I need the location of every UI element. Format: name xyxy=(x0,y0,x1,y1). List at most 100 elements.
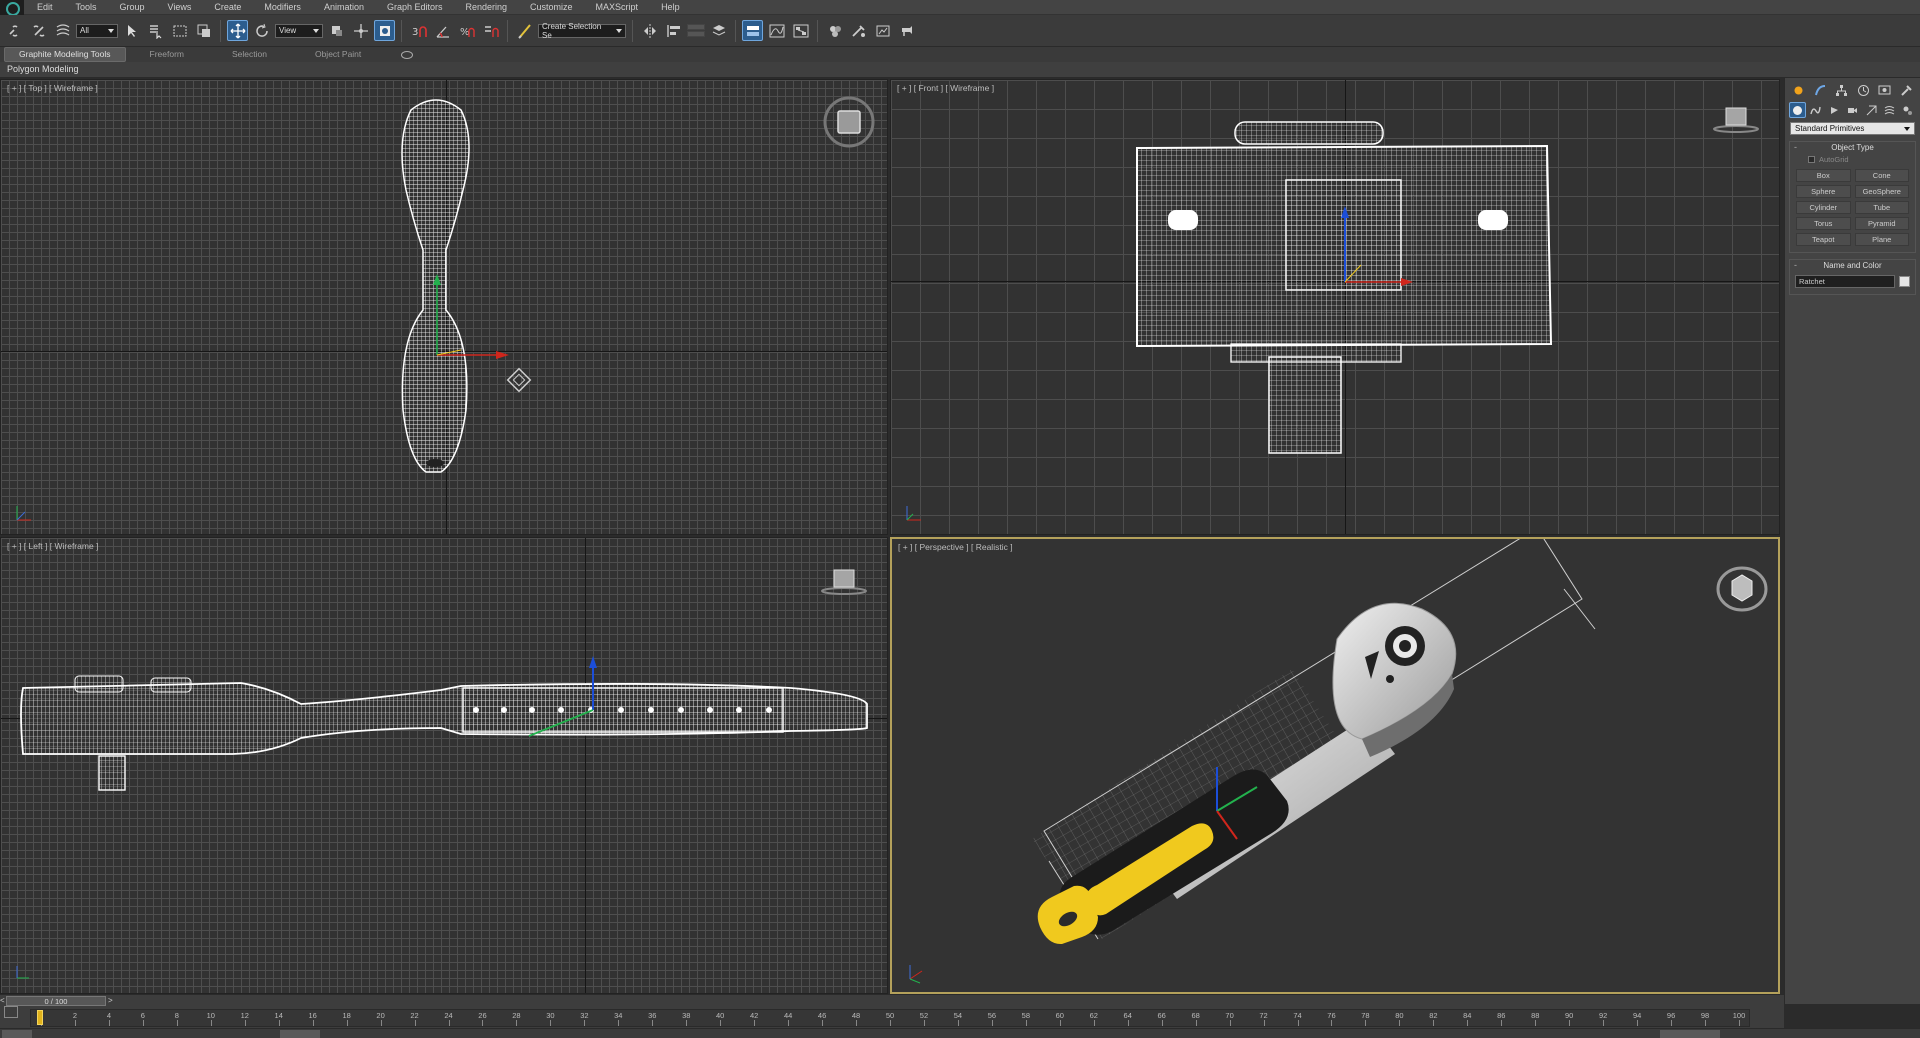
autogrid-checkbox-box[interactable] xyxy=(1808,156,1815,163)
viewport-label-front[interactable]: [ + ] [ Front ] [ Wireframe ] xyxy=(897,83,994,93)
cone-button[interactable]: Cone xyxy=(1854,169,1909,182)
create-tab-icon[interactable] xyxy=(1789,82,1809,99)
pyramid-button[interactable]: Pyramid xyxy=(1854,217,1909,230)
track-bar[interactable]: 0246810121416182022242628303234363840424… xyxy=(0,1006,1784,1028)
pivot-icon[interactable] xyxy=(326,20,347,41)
modify-tab-icon[interactable] xyxy=(1811,82,1831,99)
menu-animation[interactable]: Animation xyxy=(311,0,374,15)
viewport-top[interactable]: [ + ] [ Top ] [ Wireframe ] xyxy=(0,79,888,535)
viewcube-top[interactable] xyxy=(823,96,875,153)
menu-views[interactable]: Views xyxy=(155,0,202,15)
viewcube-front[interactable] xyxy=(1711,104,1761,139)
object-color-swatch[interactable] xyxy=(1899,276,1910,287)
current-frame-marker[interactable] xyxy=(37,1010,43,1025)
menu-graph-editors[interactable]: Graph Editors xyxy=(374,0,453,15)
geosphere-button[interactable]: GeoSphere xyxy=(1854,185,1909,198)
ribbon-tab-graphite-modeling-tools[interactable]: Graphite Modeling Tools xyxy=(4,47,126,62)
geometry-icon[interactable] xyxy=(1789,102,1806,118)
angle-snap-icon[interactable] xyxy=(432,20,453,41)
teapot-button[interactable]: Teapot xyxy=(1796,233,1851,246)
snap-toggle-icon[interactable]: 3 xyxy=(408,20,429,41)
unlink-icon[interactable] xyxy=(28,20,49,41)
track-bar-ruler[interactable]: 0246810121416182022242628303234363840424… xyxy=(30,1009,1750,1027)
align-icon[interactable] xyxy=(663,20,684,41)
rectangular-selection-icon[interactable] xyxy=(169,20,190,41)
motion-tab-icon[interactable] xyxy=(1854,82,1874,99)
space-warps-icon[interactable] xyxy=(1881,102,1897,118)
menu-help[interactable]: Help xyxy=(648,0,690,15)
display-tab-icon[interactable] xyxy=(1875,82,1895,99)
material-editor-icon[interactable] xyxy=(824,20,845,41)
menu-maxscript[interactable]: MAXScript xyxy=(583,0,649,15)
viewcube-left[interactable] xyxy=(819,566,869,601)
object-name-field[interactable]: Ratchet xyxy=(1795,275,1895,288)
box-button[interactable]: Box xyxy=(1796,169,1851,182)
viewport-label-perspective[interactable]: [ + ] [ Perspective ] [ Realistic ] xyxy=(898,542,1013,552)
menu-rendering[interactable]: Rendering xyxy=(453,0,518,15)
autogrid-checkbox[interactable]: AutoGrid xyxy=(1790,153,1915,166)
select-and-rotate-icon[interactable] xyxy=(251,20,272,41)
systems-icon[interactable] xyxy=(1900,102,1916,118)
plane-button[interactable]: Plane xyxy=(1854,233,1909,246)
select-manipulate-icon[interactable] xyxy=(374,20,395,41)
layer-button[interactable] xyxy=(687,24,705,30)
shapes-icon[interactable] xyxy=(1808,102,1824,118)
viewcube-perspective[interactable] xyxy=(1714,563,1770,618)
select-and-move-icon[interactable] xyxy=(227,20,248,41)
ribbon-tab-selection[interactable]: Selection xyxy=(208,48,291,61)
time-prev-arrow-icon[interactable]: < xyxy=(0,996,5,1005)
viewport-left[interactable]: [ + ] [ Left ] [ Wireframe ] xyxy=(0,537,888,994)
menu-edit[interactable]: Edit xyxy=(24,0,63,15)
cameras-icon[interactable] xyxy=(1844,102,1860,118)
sphere-button[interactable]: Sphere xyxy=(1796,185,1851,198)
edit-named-selection-icon[interactable] xyxy=(514,20,535,41)
select-by-name-icon[interactable] xyxy=(145,20,166,41)
percent-snap-icon[interactable]: % xyxy=(456,20,477,41)
menu-customize[interactable]: Customize xyxy=(517,0,583,15)
layer-manager-icon[interactable] xyxy=(708,20,729,41)
menu-group[interactable]: Group xyxy=(107,0,155,15)
viewport-label-top[interactable]: [ + ] [ Top ] [ Wireframe ] xyxy=(7,83,98,93)
selection-filter-dropdown[interactable]: All xyxy=(76,23,118,38)
ribbon-tab-freeform[interactable]: Freeform xyxy=(126,48,208,61)
menu-modifiers[interactable]: Modifiers xyxy=(251,0,311,15)
mirror-icon[interactable] xyxy=(639,20,660,41)
cylinder-button[interactable]: Cylinder xyxy=(1796,201,1851,214)
viewport-front[interactable]: [ + ] [ Front ] [ Wireframe ] xyxy=(890,79,1780,535)
layer-button[interactable] xyxy=(687,31,705,37)
window-crossing-icon[interactable] xyxy=(193,20,214,41)
mini-curve-editor-icon[interactable] xyxy=(4,1006,18,1018)
viewport-perspective[interactable]: [ + ] [ Perspective ] [ Realistic ] xyxy=(890,537,1780,994)
hierarchy-tab-icon[interactable] xyxy=(1832,82,1852,99)
object-type-rollout-header[interactable]: - Object Type xyxy=(1790,142,1915,153)
graphite-toggle-icon[interactable] xyxy=(742,20,763,41)
ribbon-tab-object-paint[interactable]: Object Paint xyxy=(291,48,385,61)
primitive-category-dropdown[interactable]: Standard Primitives xyxy=(1790,122,1915,135)
helpers-icon[interactable] xyxy=(1863,102,1879,118)
tube-button[interactable]: Tube xyxy=(1854,201,1909,214)
spinner-snap-icon[interactable] xyxy=(480,20,501,41)
torus-button[interactable]: Torus xyxy=(1796,217,1851,230)
time-slider[interactable]: 0 / 100 xyxy=(6,996,106,1006)
name-and-color-rollout-header[interactable]: - Name and Color xyxy=(1790,260,1915,271)
schematic-view-icon[interactable] xyxy=(790,20,811,41)
render-icon[interactable] xyxy=(896,20,917,41)
lights-icon[interactable] xyxy=(1826,102,1842,118)
reference-coordinate-dropdown[interactable]: View xyxy=(275,23,323,38)
ribbon-visibility-icon[interactable] xyxy=(401,50,414,59)
rendered-frame-icon[interactable] xyxy=(872,20,893,41)
menu-tools[interactable]: Tools xyxy=(63,0,107,15)
application-button[interactable] xyxy=(0,0,24,16)
time-next-arrow-icon[interactable]: > xyxy=(108,996,113,1005)
curve-editor-icon[interactable] xyxy=(766,20,787,41)
menu-create[interactable]: Create xyxy=(201,0,251,15)
viewport-label-left[interactable]: [ + ] [ Left ] [ Wireframe ] xyxy=(7,541,98,551)
select-object-icon[interactable] xyxy=(121,20,142,41)
bind-space-warp-icon[interactable] xyxy=(52,20,73,41)
select-and-scale-icon[interactable] xyxy=(350,20,371,41)
named-selection-sets-dropdown[interactable]: Create Selection Se xyxy=(538,22,626,40)
render-setup-icon[interactable] xyxy=(848,20,869,41)
polygon-modeling-panel[interactable]: Polygon Modeling xyxy=(7,64,79,74)
utilities-tab-icon[interactable] xyxy=(1897,82,1917,99)
link-icon[interactable] xyxy=(4,20,25,41)
